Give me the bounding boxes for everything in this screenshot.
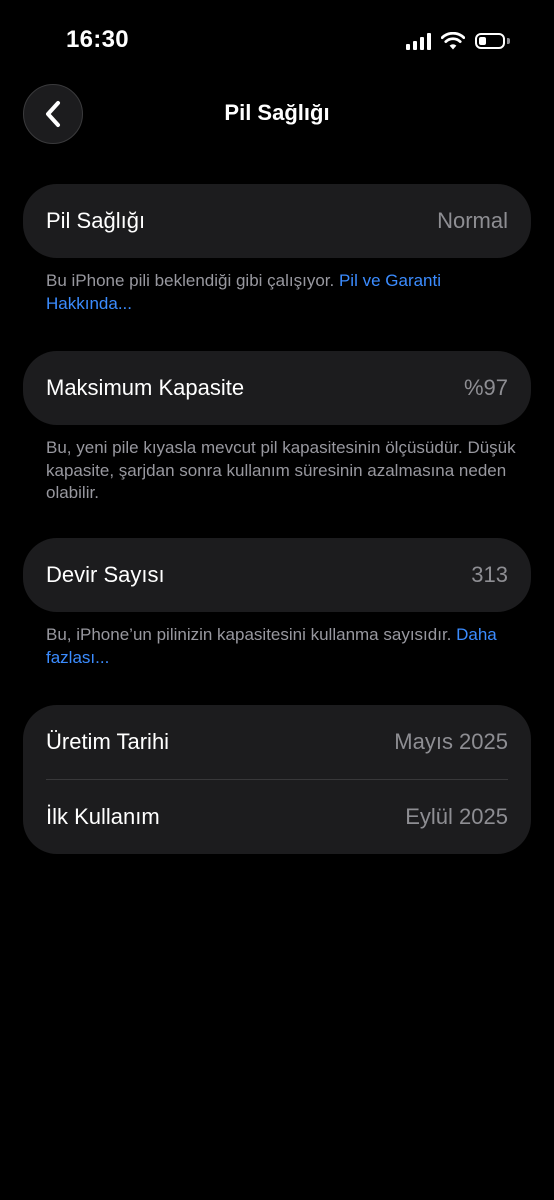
cycle-count-note: Bu, iPhone’un pilinizin kapasitesini kul… (46, 624, 516, 669)
cellular-signal-icon (406, 32, 431, 50)
manufacture-date-row: Üretim Tarihi Mayıs 2025 (23, 705, 531, 779)
cycle-count-note-text: Bu, iPhone’un pilinizin kapasitesini kul… (46, 625, 452, 644)
cycle-count-label: Devir Sayısı (46, 562, 165, 587)
cycle-count-value: 313 (471, 562, 508, 587)
max-capacity-note: Bu, yeni pile kıyasla mevcut pil kapasit… (46, 438, 516, 502)
first-use-label: İlk Kullanım (46, 804, 160, 829)
battery-health-card: Pil Sağlığı Normal (23, 184, 531, 258)
cycle-count-row: Devir Sayısı 313 (23, 538, 531, 612)
battery-health-row: Pil Sağlığı Normal (23, 184, 531, 258)
first-use-row: İlk Kullanım Eylül 2025 (23, 780, 531, 854)
manufacture-date-label: Üretim Tarihi (46, 729, 170, 754)
first-use-value: Eylül 2025 (405, 804, 508, 829)
wifi-icon (441, 32, 465, 50)
manufacture-date-value: Mayıs 2025 (394, 729, 508, 754)
max-capacity-card: Maksimum Kapasite %97 (23, 351, 531, 425)
battery-level-fill (479, 37, 486, 45)
status-icons (406, 30, 510, 52)
max-capacity-row: Maksimum Kapasite %97 (23, 351, 531, 425)
battery-health-label: Pil Sağlığı (46, 208, 146, 233)
dates-card: Üretim Tarihi Mayıs 2025 İlk Kullanım Ey… (23, 705, 531, 854)
battery-icon (475, 33, 510, 49)
page-title: Pil Sağlığı (224, 100, 330, 125)
max-capacity-value: %97 (463, 375, 508, 400)
cycle-count-card: Devir Sayısı 313 (23, 538, 531, 612)
status-bar: 16:30 (0, 0, 554, 84)
battery-health-value: Normal (437, 208, 508, 233)
max-capacity-label: Maksimum Kapasite (46, 375, 245, 400)
status-time: 16:30 (66, 26, 129, 53)
battery-health-note-text: Bu iPhone pili beklendiği gibi çalışıyor… (46, 271, 335, 290)
battery-health-note: Bu iPhone pili beklendiği gibi çalışıyor… (46, 270, 516, 315)
